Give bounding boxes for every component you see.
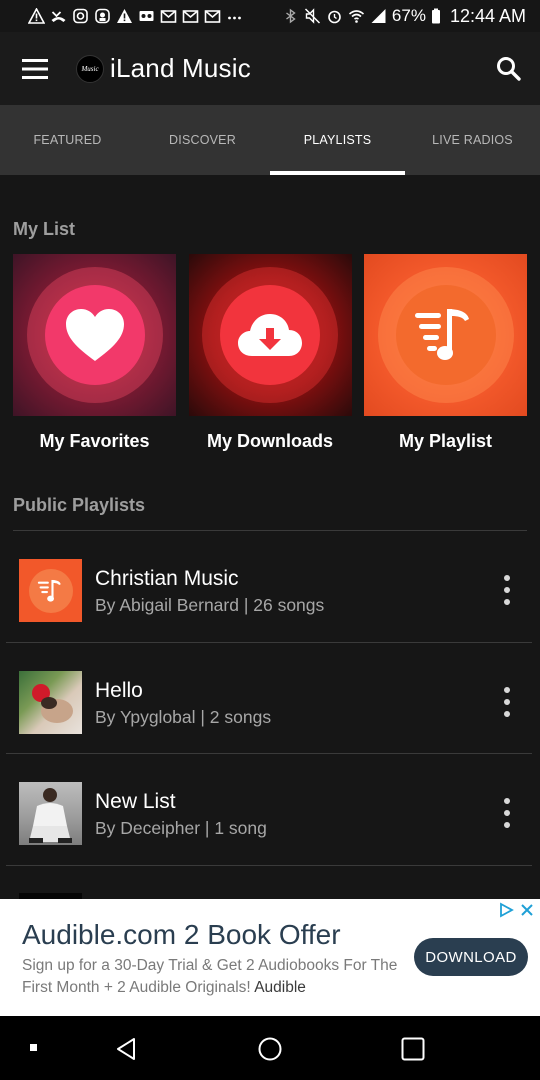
tab-playlists[interactable]: PLAYLISTS	[270, 105, 405, 175]
playlist-row[interactable]: Hello By Ypyglobal | 2 songs	[0, 643, 540, 754]
close-icon[interactable]	[520, 903, 534, 917]
ad-choices[interactable]	[498, 902, 534, 918]
system-nav-bar	[0, 1016, 540, 1080]
more-options-icon[interactable]	[502, 575, 512, 605]
my-favorites-label: My Favorites	[39, 431, 150, 451]
nav-dot-icon	[30, 1044, 37, 1051]
row-divider	[6, 865, 532, 866]
warning-icon	[116, 8, 133, 24]
my-playlist-art	[364, 254, 527, 416]
ad-banner[interactable]: Audible.com 2 Book Offer Sign up for a 3…	[0, 899, 540, 1016]
my-playlist-label: My Playlist	[398, 431, 493, 451]
playlist-meta: By Deceipher | 1 song	[95, 818, 267, 838]
mute-icon	[304, 8, 321, 24]
my-list-tiles: My Favorites My Downloads My Playlist	[13, 254, 527, 452]
notification-icons	[28, 8, 243, 24]
search-button[interactable]	[494, 54, 524, 84]
playlist-thumbnail	[19, 559, 82, 622]
playlist-thumbnail	[19, 782, 82, 845]
heart-icon	[65, 309, 124, 361]
gmail-icon	[182, 8, 199, 24]
ad-body-text: Sign up for a 30-Day Trial & Get 2 Audio…	[22, 957, 398, 996]
my-favorites-tile[interactable]: My Favorites	[13, 254, 176, 452]
search-icon	[497, 57, 521, 81]
home-icon[interactable]	[257, 1036, 283, 1062]
playlist-row[interactable]: New List By Deceipher | 1 song	[0, 754, 540, 865]
hamburger-menu-icon	[22, 58, 48, 79]
my-downloads-label: My Downloads	[206, 431, 333, 451]
instagram-icon	[72, 8, 89, 24]
gmail-icon	[204, 8, 221, 24]
app-bar: Music iLand Music	[0, 32, 540, 105]
clock: 12:44 AM	[449, 5, 526, 26]
public-playlists-title: Public Playlists	[13, 495, 146, 515]
app-title: iLand Music	[110, 53, 251, 83]
battery-icon	[431, 8, 441, 24]
tab-discover[interactable]: DISCOVER	[135, 105, 270, 175]
more-options-icon[interactable]	[502, 798, 512, 828]
ad-choices-icon[interactable]	[498, 902, 514, 918]
playlist-name: Hello	[95, 679, 143, 702]
gmail-icon	[160, 8, 177, 24]
ad-advertiser: Audible	[254, 979, 306, 996]
missed-call-icon	[50, 8, 67, 24]
wifi-icon	[348, 8, 365, 24]
signal-icon	[370, 8, 387, 24]
eye-icon	[94, 8, 111, 24]
bluetooth-icon	[282, 8, 299, 24]
more-dots-icon	[226, 8, 243, 24]
playlist-meta: By Ypyglobal | 2 songs	[95, 707, 272, 727]
playlist-name: New List	[95, 790, 176, 813]
my-playlist-tile[interactable]: My Playlist	[364, 254, 527, 452]
playlist-name: Christian Music	[95, 567, 239, 590]
tab-live-radios[interactable]: LIVE RADIOS	[405, 105, 540, 175]
my-list-title: My List	[13, 219, 76, 239]
logo-text: Music	[81, 64, 99, 73]
menu-button[interactable]	[0, 32, 70, 105]
cloud-download-icon	[238, 314, 302, 356]
back-icon[interactable]	[114, 1036, 140, 1062]
app-logo: Music	[76, 54, 104, 83]
ad-download-button[interactable]: DOWNLOAD	[414, 938, 528, 976]
warning-icon	[28, 8, 45, 24]
more-options-icon[interactable]	[502, 687, 512, 717]
playlist-row[interactable]: Christian Music By Abigail Bernard | 26 …	[0, 531, 540, 642]
system-icons: 67% 12:44 AM	[282, 6, 526, 27]
my-downloads-tile[interactable]: My Downloads	[188, 254, 352, 452]
alarm-icon	[326, 8, 343, 24]
playlist-meta: By Abigail Bernard | 26 songs	[95, 595, 325, 615]
ad-body: Sign up for a 30-Day Trial & Get 2 Audio…	[22, 955, 407, 999]
playlist-music-icon	[414, 309, 469, 360]
battery-percent: 67%	[391, 6, 426, 25]
my-favorites-art	[13, 254, 176, 416]
playlist-music-icon	[37, 579, 61, 602]
voicemail-icon	[138, 8, 155, 24]
tab-bar: FEATURED DISCOVER PLAYLISTS LIVE RADIOS	[0, 105, 540, 175]
tab-featured[interactable]: FEATURED	[0, 105, 135, 175]
recents-icon[interactable]	[400, 1036, 426, 1062]
playlist-thumbnail	[19, 671, 82, 734]
my-downloads-art	[188, 254, 352, 416]
status-bar: 67% 12:44 AM	[0, 0, 540, 32]
ad-title[interactable]: Audible.com 2 Book Offer	[22, 919, 341, 951]
